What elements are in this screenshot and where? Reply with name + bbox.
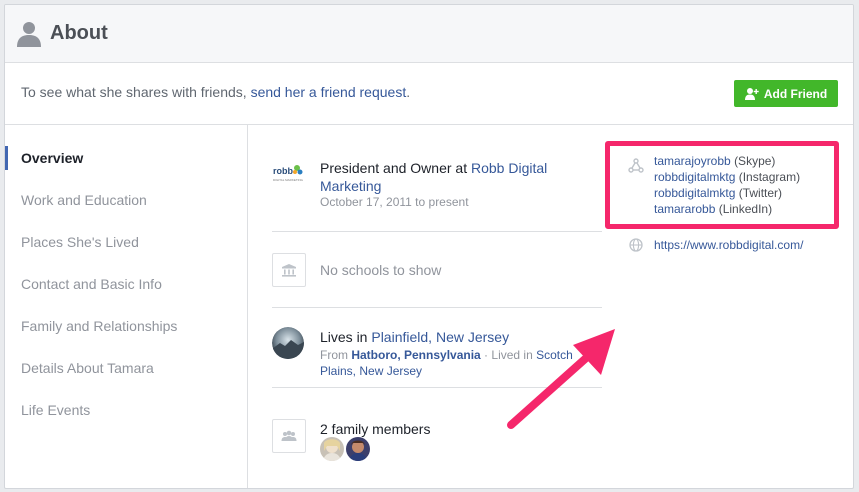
friend-request-message: To see what she shares with friends, sen…: [21, 84, 411, 100]
contact-handles-highlight: tamarajoyrobb (Skype) robbdigitalmktg (I…: [605, 141, 839, 229]
family-members-text: 2 family members: [320, 421, 431, 437]
company-logo[interactable]: robb DIGITAL MARKETING: [272, 159, 304, 191]
sidebar-item-work-education[interactable]: Work and Education: [5, 185, 247, 215]
work-title: President and Owner at Robb Digital Mark…: [320, 160, 548, 194]
family-member-avatar[interactable]: [320, 437, 344, 461]
skype-handle-link[interactable]: tamarajoyrobb: [654, 154, 731, 168]
about-header: About: [5, 5, 853, 63]
no-schools-text: No schools to show: [320, 262, 442, 278]
add-friend-icon: [744, 87, 759, 100]
svg-text:robb: robb: [273, 166, 293, 176]
family-member-avatar[interactable]: [346, 437, 370, 461]
about-sidebar-nav: Overview Work and Education Places She's…: [5, 125, 248, 488]
sidebar-item-contact-info[interactable]: Contact and Basic Info: [5, 269, 247, 299]
family-icon-box: [272, 419, 306, 453]
current-city-link[interactable]: Plainfield, New Jersey: [371, 329, 509, 345]
school-icon-box: [272, 253, 306, 287]
friend-request-bar: To see what she shares with friends, sen…: [5, 64, 853, 125]
send-friend-request-link[interactable]: send her a friend request: [251, 84, 407, 100]
share-network-icon: [628, 158, 644, 173]
page-title: About: [50, 22, 108, 44]
hometown-link[interactable]: Hatboro, Pennsylvania: [351, 348, 480, 362]
linkedin-handle-link[interactable]: tamararobb: [654, 202, 715, 216]
contact-twitter: robbdigitalmktg (Twitter): [654, 186, 783, 200]
divider: [272, 387, 602, 388]
sidebar-item-family-relationships[interactable]: Family and Relationships: [5, 311, 247, 341]
family-icon: [281, 430, 297, 441]
instagram-handle-link[interactable]: robbdigitalmktg: [654, 170, 735, 184]
school-icon: [282, 264, 296, 277]
contact-linkedin: tamararobb (LinkedIn): [654, 202, 773, 216]
add-friend-button[interactable]: Add Friend: [734, 80, 838, 107]
place-photo[interactable]: [272, 327, 304, 359]
sidebar-item-places-lived[interactable]: Places She's Lived: [5, 227, 247, 257]
sidebar-item-details-about[interactable]: Details About Tamara: [5, 353, 247, 383]
about-card: About To see what she shares with friend…: [4, 4, 854, 489]
overview-content: robb DIGITAL MARKETING President and Own…: [248, 125, 853, 488]
sidebar-item-life-events[interactable]: Life Events: [5, 395, 247, 425]
globe-icon: [629, 238, 643, 252]
contact-skype: tamarajoyrobb (Skype): [654, 154, 776, 168]
twitter-handle-link[interactable]: robbdigitalmktg: [654, 186, 735, 200]
work-date: October 17, 2011 to present: [320, 195, 469, 209]
lives-in-text: Lives in Plainfield, New Jersey: [320, 329, 510, 345]
sidebar-item-overview[interactable]: Overview: [5, 143, 247, 173]
svg-text:DIGITAL MARKETING: DIGITAL MARKETING: [273, 178, 304, 182]
website-link[interactable]: https://www.robbdigital.com/: [654, 238, 803, 252]
divider: [272, 307, 602, 308]
hometown-text: From Hatboro, Pennsylvania · Lived in Sc…: [320, 348, 573, 378]
divider: [272, 231, 602, 232]
contact-instagram: robbdigitalmktg (Instagram): [654, 170, 801, 184]
annotation-arrow: [507, 329, 615, 429]
person-icon: [17, 22, 41, 47]
